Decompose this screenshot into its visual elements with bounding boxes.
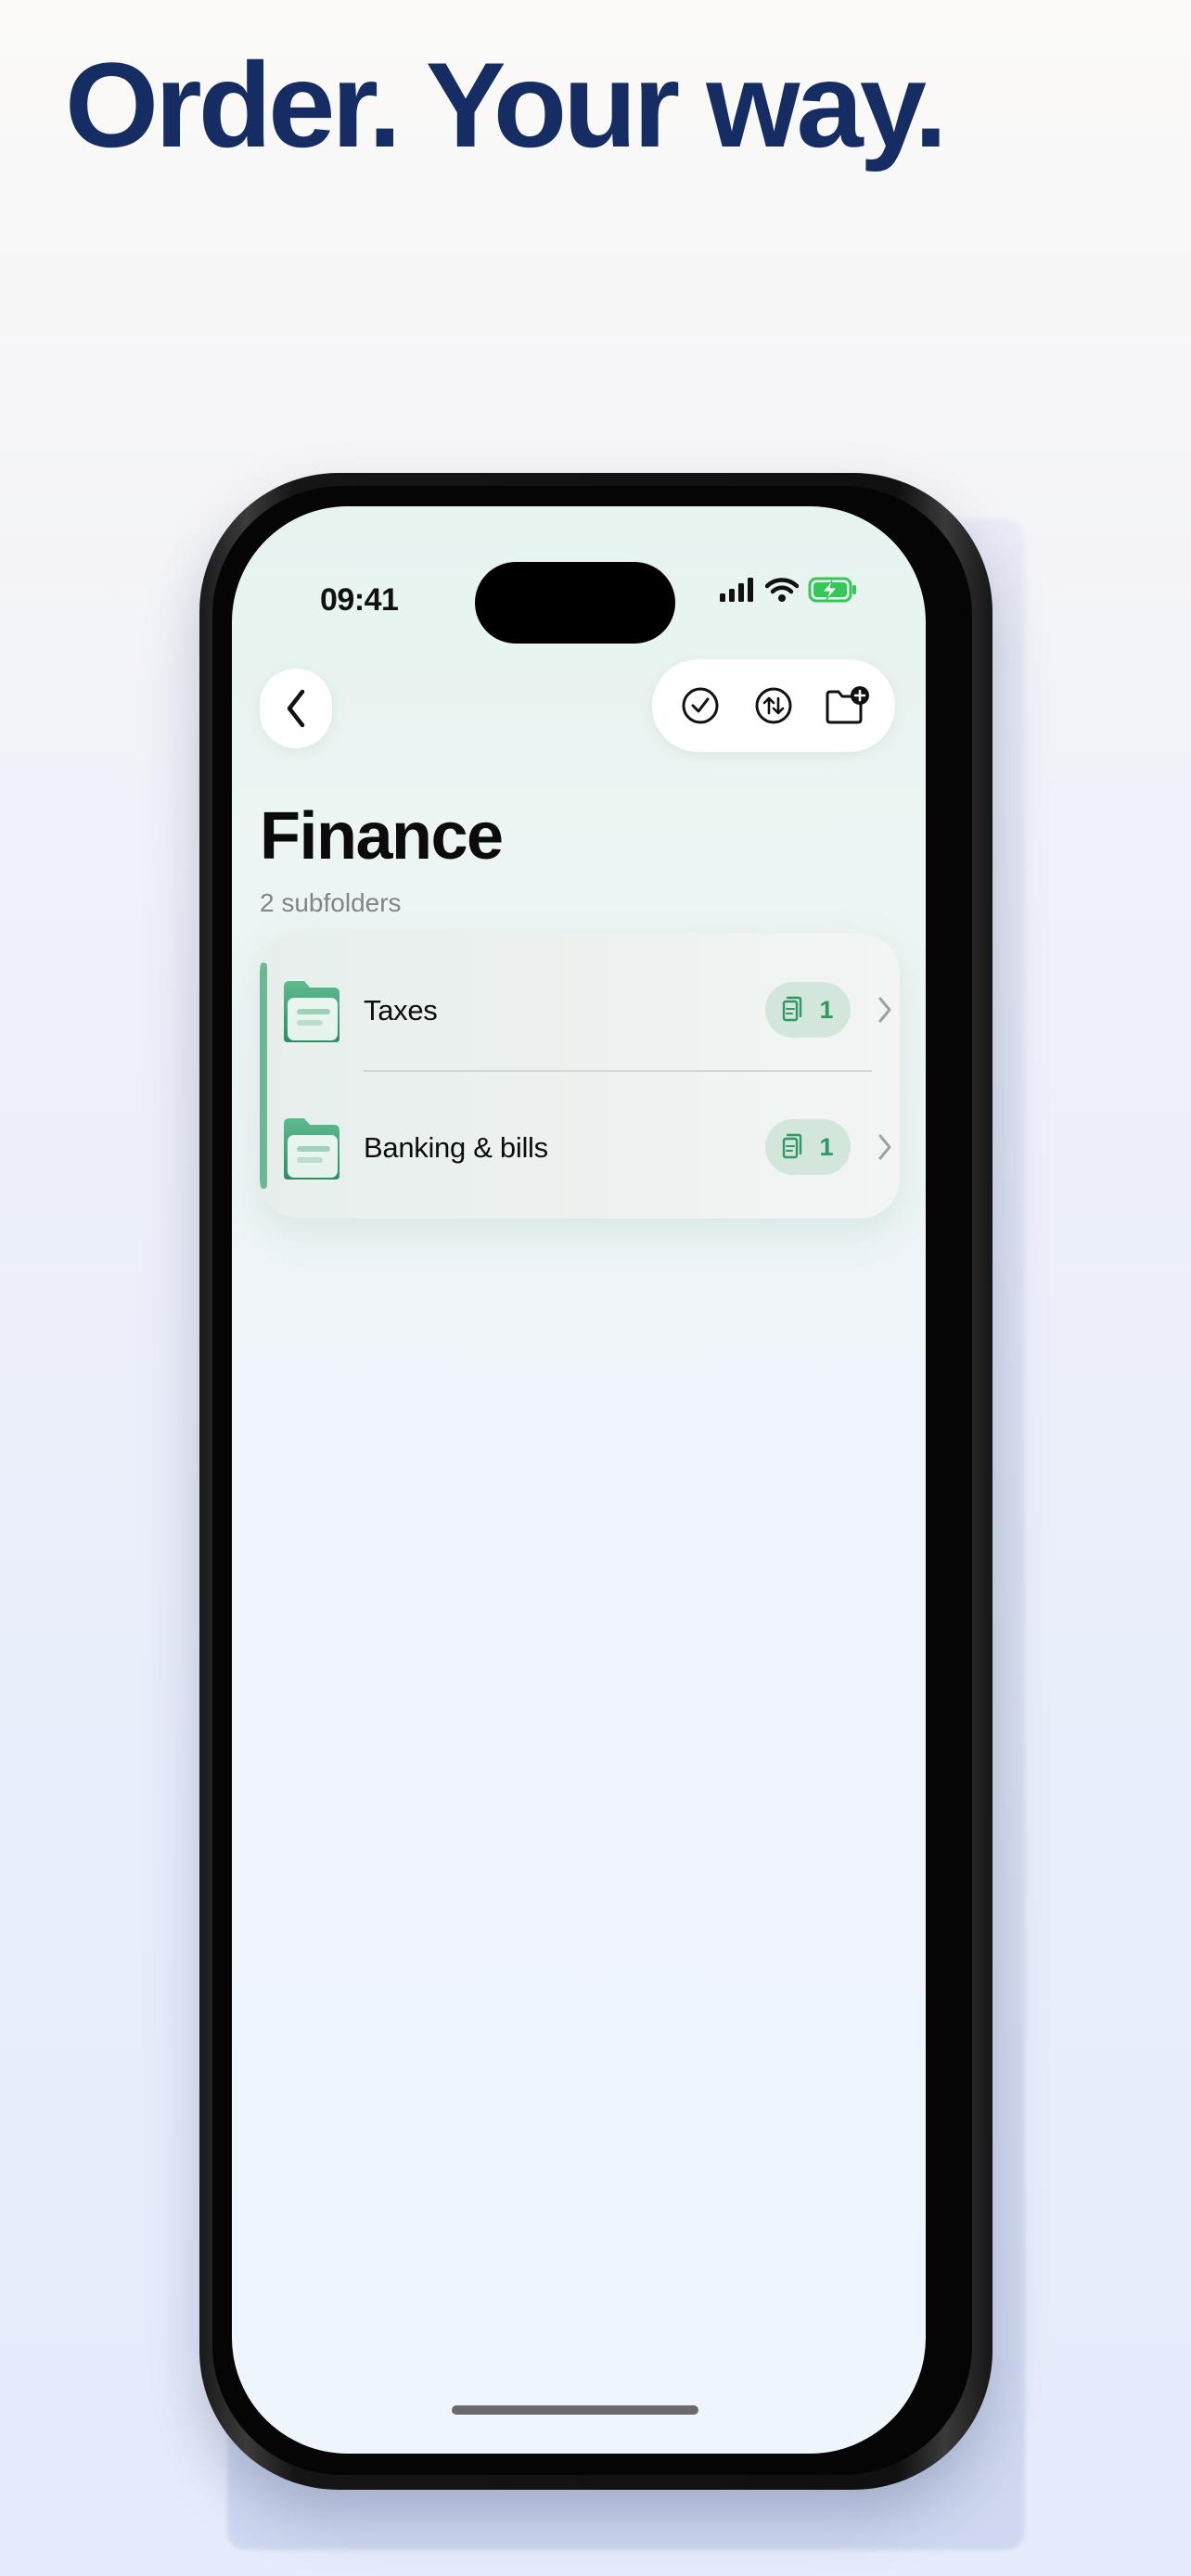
document-count-badge: 1 xyxy=(765,982,851,1038)
folder-icon xyxy=(284,1118,339,1180)
app-screen: 09:41 Finance 2 subfolders Taxes 1 Banki… xyxy=(232,506,926,2454)
subfolder-count: 2 subfolders xyxy=(260,888,402,917)
new-folder-button[interactable] xyxy=(821,680,873,732)
document-count: 1 xyxy=(819,1132,834,1161)
folder-icon xyxy=(284,981,339,1042)
marketing-headline: Order. Your way. xyxy=(65,37,947,172)
chevron-left-icon xyxy=(287,689,305,728)
chevron-right-icon xyxy=(878,997,891,1023)
folder-row-taxes[interactable]: Taxes 1 xyxy=(260,942,900,1072)
select-button[interactable] xyxy=(674,680,726,732)
wifi-icon xyxy=(765,578,799,602)
battery-icon xyxy=(808,577,856,603)
document-count-badge: 1 xyxy=(765,1119,851,1175)
folder-name: Banking & bills xyxy=(364,1131,548,1164)
home-indicator xyxy=(452,2405,698,2415)
toolbar xyxy=(652,659,895,752)
documents-icon xyxy=(783,996,802,1022)
chevron-right-icon xyxy=(878,1134,891,1160)
documents-icon xyxy=(783,1133,802,1159)
document-count: 1 xyxy=(819,995,834,1024)
phone-bezel: 09:41 Finance 2 subfolders Taxes 1 Banki… xyxy=(212,486,972,2475)
folder-row-banking[interactable]: Banking & bills 1 xyxy=(260,1079,900,1209)
status-time: 09:41 xyxy=(320,582,399,618)
dynamic-island xyxy=(475,562,675,644)
row-divider xyxy=(364,1070,872,1072)
folder-plus-icon xyxy=(826,686,870,724)
phone-frame: 09:41 Finance 2 subfolders Taxes 1 Banki… xyxy=(199,473,992,2490)
back-button[interactable] xyxy=(260,669,332,748)
sort-arrows-icon xyxy=(755,687,792,724)
folder-list: Taxes 1 Banking & bills 1 xyxy=(260,933,900,1218)
sort-button[interactable] xyxy=(748,680,800,732)
checkmark-circle-icon xyxy=(682,687,719,724)
status-icons xyxy=(719,576,858,604)
page-title: Finance xyxy=(260,799,504,874)
folder-name: Taxes xyxy=(364,994,438,1027)
signal-icon xyxy=(720,578,753,602)
